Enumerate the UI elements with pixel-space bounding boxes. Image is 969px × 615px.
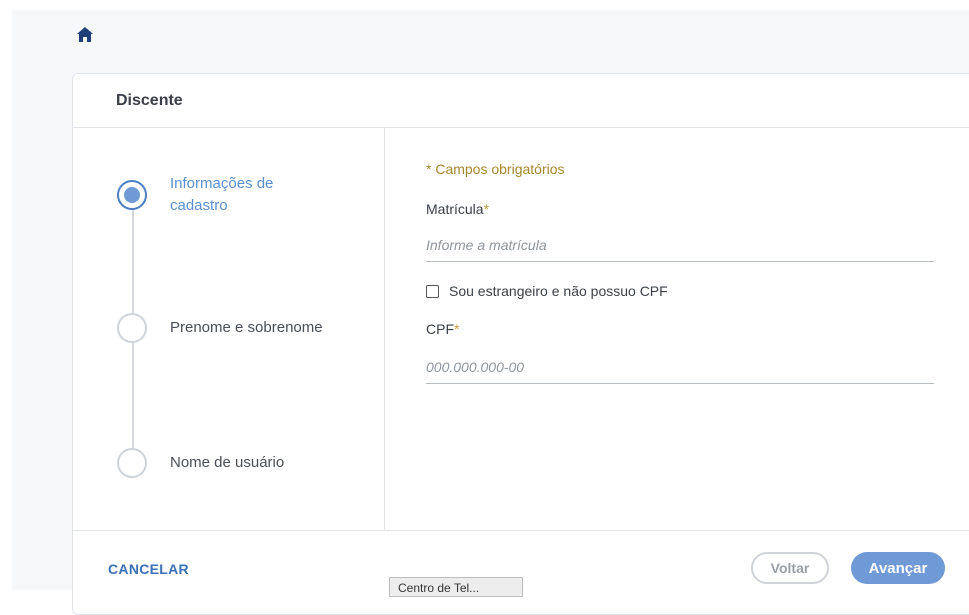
required-fields-note: * Campos obrigatórios bbox=[426, 161, 565, 177]
stepper: Informações de cadastro Prenome e sobren… bbox=[73, 128, 385, 530]
card-footer: CANCELAR Voltar Avançar bbox=[73, 530, 969, 615]
step-2-indicator[interactable] bbox=[117, 313, 147, 343]
matricula-label-text: Matrícula bbox=[426, 201, 484, 217]
matricula-label: Matrícula* bbox=[426, 201, 489, 217]
foreigner-checkbox-row[interactable]: Sou estrangeiro e não possuo CPF bbox=[426, 283, 668, 299]
home-icon[interactable] bbox=[76, 26, 94, 43]
foreigner-checkbox[interactable] bbox=[426, 284, 439, 298]
cpf-label-text: CPF bbox=[426, 321, 454, 337]
cpf-input[interactable]: 000.000.000-00 bbox=[426, 359, 934, 384]
step-1-indicator[interactable] bbox=[117, 180, 147, 210]
foreigner-checkbox-label[interactable]: Sou estrangeiro e não possuo CPF bbox=[449, 283, 668, 299]
tooltip: Centro de Tel... bbox=[389, 577, 523, 597]
cpf-label: CPF* bbox=[426, 321, 459, 337]
required-mark: * bbox=[454, 321, 460, 337]
card-title: Discente bbox=[73, 74, 969, 128]
matricula-input[interactable]: Informe a matrícula bbox=[426, 237, 934, 262]
back-button[interactable]: Voltar bbox=[751, 552, 829, 584]
step-2-label[interactable]: Prenome e sobrenome bbox=[170, 317, 323, 339]
registration-card: Discente Informações de cadastro Prenome… bbox=[72, 73, 969, 615]
cancel-button[interactable]: CANCELAR bbox=[108, 561, 189, 577]
step-3-indicator[interactable] bbox=[117, 448, 147, 478]
step-3-label[interactable]: Nome de usuário bbox=[170, 452, 284, 474]
next-button[interactable]: Avançar bbox=[851, 552, 945, 584]
step-1-label[interactable]: Informações de cadastro bbox=[170, 173, 310, 217]
required-mark: * bbox=[483, 201, 490, 217]
